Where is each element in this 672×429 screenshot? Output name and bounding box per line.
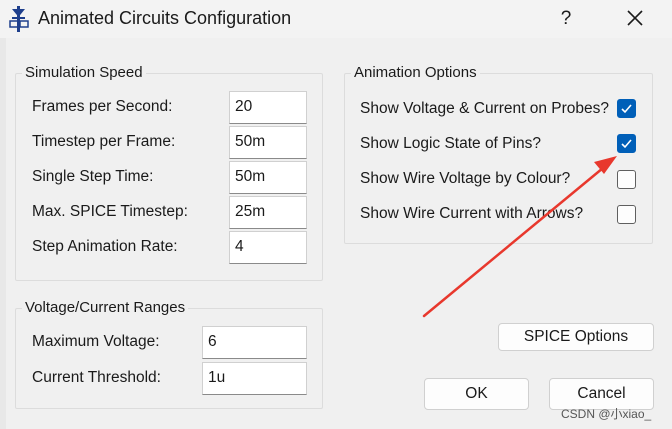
frames-per-second-label: Frames per Second: [32,98,173,115]
timestep-per-frame-field[interactable]: 50m [229,126,307,159]
show-wire-current-checkbox[interactable] [617,205,636,224]
show-wire-voltage-label: Show Wire Voltage by Colour? [360,170,571,187]
show-probes-label: Show Voltage & Current on Probes? [360,100,610,117]
maximum-voltage-field[interactable]: 6 [202,326,307,359]
window-title: Animated Circuits Configuration [38,8,292,28]
frames-per-second-field[interactable]: 20 [229,91,307,124]
show-logic-state-checkbox[interactable] [617,134,636,153]
max-spice-timestep-label: Max. SPICE Timestep: [32,203,188,220]
show-wire-current-label: Show Wire Current with Arrows? [360,205,584,222]
checkmark-icon [621,104,632,114]
ok-button[interactable]: OK [424,378,529,410]
group-title: Animation Options [351,64,480,81]
step-animation-rate-label: Step Animation Rate: [32,238,178,255]
watermark: CSDN @小xiao_ [561,407,652,421]
checkmark-icon [621,139,632,149]
single-step-time-field[interactable]: 50m [229,161,307,194]
close-icon[interactable] [620,6,650,32]
timestep-per-frame-label: Timestep per Frame: [32,133,176,150]
current-threshold-field[interactable]: 1u [202,362,307,395]
step-animation-rate-field[interactable]: 4 [229,231,307,264]
show-probes-checkbox[interactable] [617,99,636,118]
show-logic-state-label: Show Logic State of Pins? [360,135,541,152]
maximum-voltage-label: Maximum Voltage: [32,333,160,350]
spice-options-button[interactable]: SPICE Options [498,323,654,351]
help-button[interactable]: ? [552,6,580,32]
single-step-time-label: Single Step Time: [32,168,154,185]
max-spice-timestep-field[interactable]: 25m [229,196,307,229]
title-bar: Animated Circuits Configuration ? [0,0,672,38]
diode-circuit-icon [9,6,29,32]
show-wire-voltage-checkbox[interactable] [617,170,636,189]
group-title: Simulation Speed [22,64,146,81]
group-title: Voltage/Current Ranges [22,299,189,316]
window-edge [0,38,6,429]
current-threshold-label: Current Threshold: [32,369,161,386]
